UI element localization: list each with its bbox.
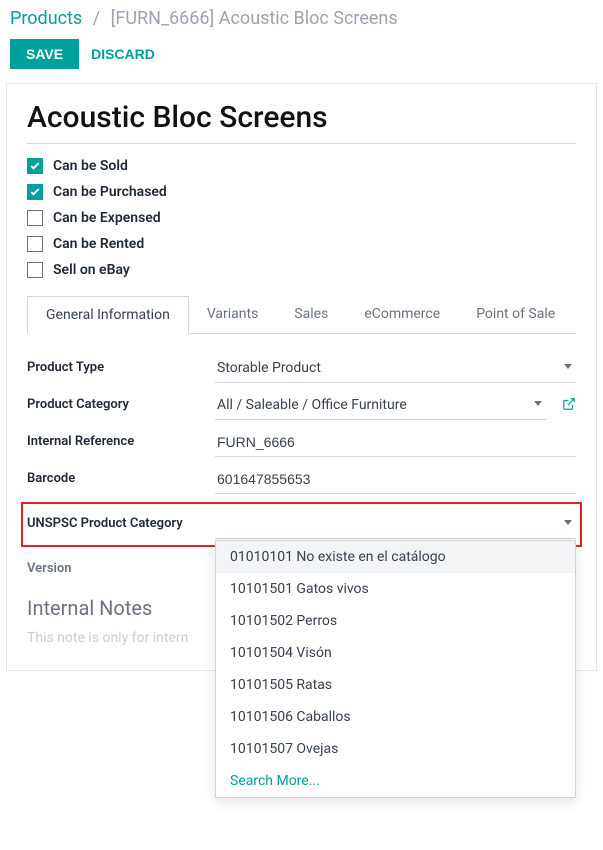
check-can-be-expensed[interactable]: Can be Expensed xyxy=(27,210,576,226)
check-sell-on-ebay[interactable]: Sell on eBay xyxy=(27,262,576,278)
checkbox-icon xyxy=(27,236,43,252)
input-barcode[interactable] xyxy=(215,465,576,494)
breadcrumb-separator: / xyxy=(93,8,100,29)
chevron-down-icon xyxy=(564,520,572,525)
chevron-down-icon xyxy=(564,364,572,369)
tab-sales[interactable]: Sales xyxy=(276,296,346,333)
check-can-be-rented[interactable]: Can be Rented xyxy=(27,236,576,252)
select-product-type[interactable]: Storable Product xyxy=(215,354,576,383)
label-unspsc-category: UNSPSC Product Category xyxy=(27,510,207,531)
input-internal-reference[interactable] xyxy=(215,428,576,457)
breadcrumb: Products / [FURN_6666] Acoustic Bloc Scr… xyxy=(0,0,603,33)
row-unspsc-category: UNSPSC Product Category 01010101 No exis… xyxy=(21,502,582,547)
dropdown-search-more[interactable]: Search More... xyxy=(216,765,575,797)
dropdown-option[interactable]: 10101505 Ratas xyxy=(216,669,575,701)
label-product-type: Product Type xyxy=(27,354,207,375)
breadcrumb-current: [FURN_6666] Acoustic Bloc Screens xyxy=(111,8,398,29)
breadcrumb-root-link[interactable]: Products xyxy=(10,8,82,29)
checkbox-icon xyxy=(27,210,43,226)
checkbox-icon xyxy=(27,158,43,174)
label-internal-reference: Internal Reference xyxy=(27,428,207,449)
dropdown-option[interactable]: 10101507 Ovejas xyxy=(216,733,575,765)
row-product-type: Product Type Storable Product xyxy=(27,354,576,383)
dropdown-option[interactable]: 10101502 Perros xyxy=(216,605,575,637)
tab-point-of-sale[interactable]: Point of Sale xyxy=(458,296,573,333)
checkbox-icon xyxy=(27,262,43,278)
external-link-icon[interactable] xyxy=(562,391,576,415)
check-can-be-purchased[interactable]: Can be Purchased xyxy=(27,184,576,200)
chevron-down-icon xyxy=(534,401,542,406)
checkbox-icon xyxy=(27,184,43,200)
tab-variants[interactable]: Variants xyxy=(189,296,277,333)
product-options-checkboxes: Can be Sold Can be Purchased Can be Expe… xyxy=(27,158,576,278)
form-fields: Product Type Storable Product Product Ca… xyxy=(27,354,576,576)
checkbox-label: Can be Rented xyxy=(53,236,144,252)
check-can-be-sold[interactable]: Can be Sold xyxy=(27,158,576,174)
input-unspsc-category[interactable] xyxy=(215,510,576,539)
label-version: Version xyxy=(27,555,207,576)
dropdown-option[interactable]: 10101506 Caballos xyxy=(216,701,575,733)
unspsc-dropdown: 01010101 No existe en el catálogo 101015… xyxy=(215,540,576,798)
tab-ecommerce[interactable]: eCommerce xyxy=(346,296,458,333)
tabs: General Information Variants Sales eComm… xyxy=(27,296,576,334)
form-sheet: Acoustic Bloc Screens Can be Sold Can be… xyxy=(6,83,597,671)
row-internal-reference: Internal Reference xyxy=(27,428,576,457)
page-title: Acoustic Bloc Screens xyxy=(27,100,576,144)
row-product-category: Product Category All / Saleable / Office… xyxy=(27,391,576,420)
tab-general-information[interactable]: General Information xyxy=(27,296,189,334)
checkbox-label: Can be Sold xyxy=(53,158,128,174)
dropdown-option[interactable]: 10101504 Visón xyxy=(216,637,575,669)
label-product-category: Product Category xyxy=(27,391,207,412)
row-barcode: Barcode xyxy=(27,465,576,494)
dropdown-option[interactable]: 01010101 No existe en el catálogo xyxy=(216,541,575,573)
dropdown-option[interactable]: 10101501 Gatos vivos xyxy=(216,573,575,605)
save-button[interactable]: SAVE xyxy=(10,39,79,69)
checkbox-label: Sell on eBay xyxy=(53,262,130,278)
action-bar: SAVE DISCARD xyxy=(0,33,603,83)
label-barcode: Barcode xyxy=(27,465,207,486)
select-product-category[interactable]: All / Saleable / Office Furniture xyxy=(215,391,546,420)
checkbox-label: Can be Expensed xyxy=(53,210,161,226)
checkbox-label: Can be Purchased xyxy=(53,184,167,200)
discard-button[interactable]: DISCARD xyxy=(91,46,155,62)
